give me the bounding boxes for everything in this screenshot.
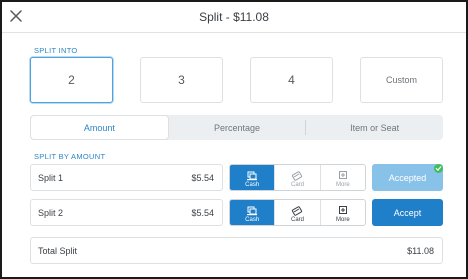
payment-method-group-2: Cash Card More bbox=[229, 199, 366, 226]
split-option-custom[interactable]: Custom bbox=[360, 57, 443, 103]
split-name: Split 1 bbox=[38, 173, 64, 183]
split-option-4[interactable]: 4 bbox=[250, 57, 333, 103]
split-row-1[interactable]: Split 1 $5.54 bbox=[30, 164, 223, 191]
card-icon bbox=[292, 206, 303, 216]
check-icon bbox=[434, 164, 443, 173]
split-by-amount-label: SPLIT BY AMOUNT bbox=[34, 152, 106, 161]
payment-label: Cash bbox=[245, 182, 260, 188]
split-option-2[interactable]: 2 bbox=[30, 57, 113, 103]
payment-label: Card bbox=[290, 217, 304, 223]
total-amount: $11.08 bbox=[407, 246, 434, 256]
payment-label: More bbox=[335, 182, 350, 188]
total-label: Total Split bbox=[38, 246, 78, 256]
accept-button[interactable]: Accept bbox=[372, 199, 443, 226]
payment-card-button[interactable]: Card bbox=[274, 165, 319, 190]
payment-more-button[interactable]: More bbox=[319, 165, 365, 190]
tab-percentage[interactable]: Percentage bbox=[169, 115, 306, 140]
payment-cash-button[interactable]: Cash bbox=[230, 200, 275, 225]
card-icon bbox=[292, 171, 303, 181]
payment-label: Cash bbox=[245, 217, 260, 223]
payment-method-group-1: Cash Card More bbox=[229, 164, 366, 191]
split-dialog: Split - $11.08 SPLIT INTO 2 3 4 Custom A… bbox=[0, 0, 468, 279]
dialog-title: Split - $11.08 bbox=[199, 10, 269, 24]
payment-card-button[interactable]: Card bbox=[274, 200, 319, 225]
payment-label: Card bbox=[290, 182, 304, 188]
split-amount: $5.54 bbox=[191, 208, 214, 218]
tab-amount[interactable]: Amount bbox=[30, 115, 169, 140]
plus-box-icon bbox=[338, 206, 347, 214]
plus-box-icon bbox=[338, 171, 347, 179]
split-name: Split 2 bbox=[38, 208, 64, 218]
split-row-2[interactable]: Split 2 $5.54 bbox=[30, 199, 223, 226]
split-amount: $5.54 bbox=[191, 173, 214, 183]
cash-icon bbox=[247, 206, 258, 216]
payment-label: More bbox=[335, 217, 350, 223]
accepted-button[interactable]: Accepted bbox=[372, 164, 443, 191]
split-mode-tabs: Amount Percentage Item or Seat bbox=[30, 115, 443, 140]
payment-cash-button[interactable]: Cash bbox=[230, 165, 275, 190]
total-split-row: Total Split $11.08 bbox=[30, 237, 443, 264]
split-option-3[interactable]: 3 bbox=[140, 57, 223, 103]
tab-item-or-seat[interactable]: Item or Seat bbox=[306, 115, 443, 140]
split-into-label: SPLIT INTO bbox=[34, 46, 78, 55]
payment-more-button[interactable]: More bbox=[319, 200, 365, 225]
cash-icon bbox=[247, 171, 258, 181]
dialog-header: Split - $11.08 bbox=[2, 2, 466, 33]
